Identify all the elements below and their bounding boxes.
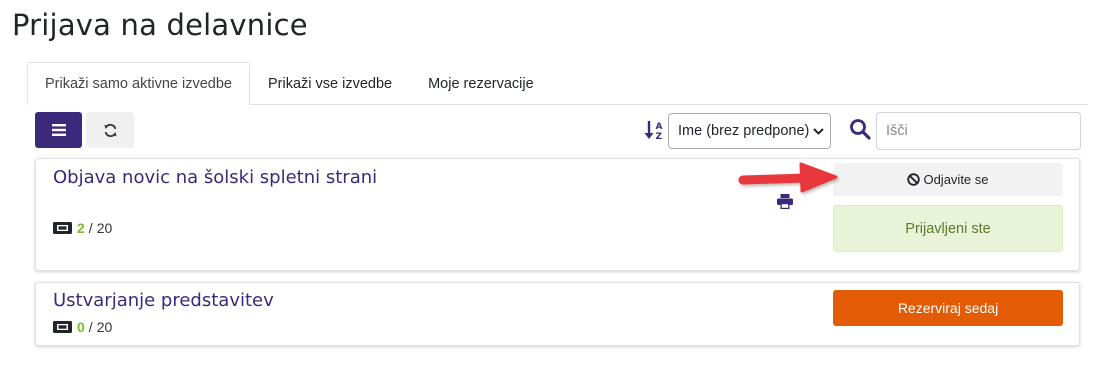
sort-select-value: Ime (brez predpone) (678, 123, 810, 139)
ticket-icon (53, 222, 72, 234)
capacity-taken: 2 (77, 220, 85, 236)
tab-bar: Prikaži samo aktivne izvedbe Prikaži vse… (27, 62, 1088, 105)
capacity-taken: 0 (77, 319, 85, 335)
search-icon[interactable] (849, 118, 871, 140)
workshop-title[interactable]: Objava novic na šolski spletni strani (53, 167, 377, 188)
search-input[interactable]: Išči (876, 112, 1081, 150)
capacity-total: 20 (96, 220, 113, 236)
svg-text:Z: Z (656, 132, 663, 141)
workshop-title[interactable]: Ustvarjanje predstavitev (53, 290, 274, 311)
tab-active-performances[interactable]: Prikaži samo aktivne izvedbe (27, 62, 250, 105)
workshop-card: Ustvarjanje predstavitev 0 / 20 Rezervir… (35, 282, 1080, 346)
unsubscribe-label: Odjavite se (923, 172, 989, 187)
tab-my-reservations[interactable]: Moje rezervacije (410, 62, 552, 103)
sort-select[interactable]: Ime (brez predpone) (668, 113, 831, 149)
workshop-capacity: 2 / 20 (53, 220, 112, 236)
refresh-icon (103, 123, 117, 137)
capacity-separator: / (88, 319, 93, 335)
workshop-card: Objava novic na šolski spletni strani 2 … (35, 158, 1080, 271)
capacity-separator: / (88, 220, 93, 236)
page-title: Prijava na delavnice (12, 8, 308, 42)
workshop-capacity: 0 / 20 (53, 319, 112, 335)
list-icon (51, 124, 66, 136)
capacity-total: 20 (96, 319, 113, 335)
list-view-button[interactable] (35, 112, 82, 148)
reserve-button[interactable]: Rezerviraj sedaj (833, 290, 1063, 326)
ticket-icon (53, 321, 72, 333)
svg-text:A: A (656, 122, 663, 132)
unsubscribe-button[interactable]: Odjavite se (833, 163, 1063, 196)
sort-alpha-icon[interactable]: A Z (644, 119, 666, 141)
tab-all-performances[interactable]: Prikaži vse izvedbe (250, 62, 410, 103)
refresh-button[interactable] (86, 112, 134, 148)
registration-status: Prijavljeni ste (833, 205, 1063, 252)
arrow-annotation (738, 162, 838, 193)
chevron-down-icon (813, 128, 824, 135)
ban-icon (907, 173, 921, 186)
